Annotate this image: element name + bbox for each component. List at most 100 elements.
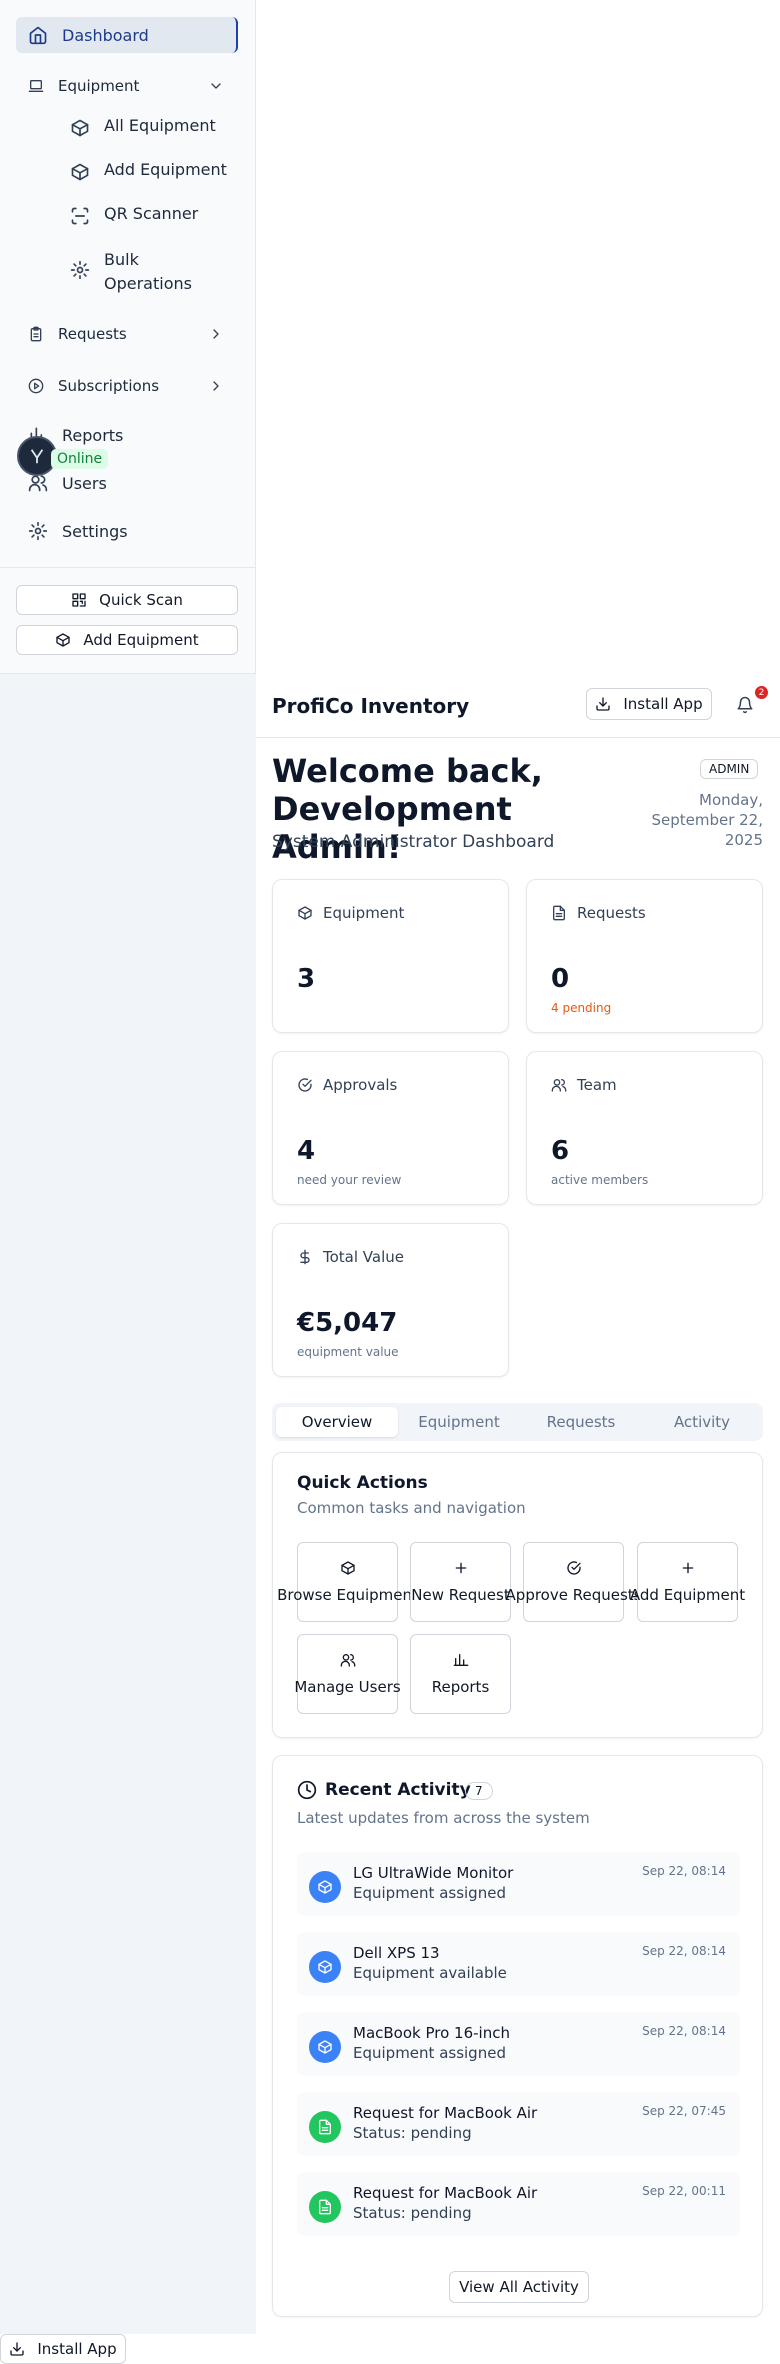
- stat-card-approvals[interactable]: Approvals 4 need your review: [272, 1051, 509, 1205]
- install-app-button[interactable]: Install App: [586, 688, 712, 720]
- recent-activity-title: Recent Activity: [325, 1780, 471, 1800]
- add-equipment-button[interactable]: Add Equipment: [630, 1542, 745, 1622]
- package-icon: [318, 2040, 332, 2054]
- sidebar-item-label-line1: Bulk: [104, 250, 139, 269]
- approve-requests-button[interactable]: Approve Requests: [506, 1542, 641, 1622]
- date-line-1: Monday,: [699, 791, 763, 809]
- activity-timestamp: Sep 22, 07:45: [642, 2104, 726, 2118]
- stat-card-label: Team: [551, 1076, 617, 1094]
- stat-card-label: Requests: [551, 904, 646, 922]
- sidebar-item-label: QR Scanner: [104, 204, 199, 223]
- home-icon: [29, 26, 47, 45]
- tab-equipment[interactable]: Equipment: [398, 1407, 520, 1437]
- activity-item[interactable]: Dell XPS 13 Equipment available Sep 22, …: [297, 1932, 740, 1996]
- tab-overview[interactable]: Overview: [276, 1407, 398, 1437]
- reports-button[interactable]: Reports: [410, 1634, 511, 1714]
- file-text-icon: [553, 905, 565, 921]
- activity-icon: [309, 2111, 341, 2143]
- sidebar-item-bulk-operations[interactable]: Bulk Operations: [70, 248, 192, 296]
- activity-title: Request for MacBook Air: [353, 2104, 538, 2122]
- bar-chart-icon: [453, 1654, 468, 1666]
- view-all-activity-button[interactable]: View All Activity: [449, 2271, 589, 2303]
- new-request-button[interactable]: New Request: [410, 1542, 511, 1622]
- activity-timestamp: Sep 22, 00:11: [642, 2184, 726, 2198]
- activity-status: Status: pending: [353, 2124, 472, 2142]
- clock-icon: [297, 1780, 317, 1800]
- stat-card-value: 4: [297, 1136, 316, 1166]
- sidebar-item-all-equipment[interactable]: All Equipment: [70, 116, 216, 138]
- quick-scan-button[interactable]: Quick Scan: [16, 585, 238, 615]
- activity-icon: [309, 2191, 341, 2223]
- quick-actions-description: Common tasks and navigation: [297, 1499, 526, 1517]
- stat-card-requests[interactable]: Requests 0 4 pending: [526, 879, 763, 1033]
- sidebar-item-label: All Equipment: [104, 116, 216, 135]
- activity-item[interactable]: Request for MacBook Air Status: pending …: [297, 2092, 740, 2156]
- bell-icon[interactable]: [736, 696, 754, 714]
- plus-icon: [682, 1562, 693, 1574]
- manage-users-button[interactable]: Manage Users: [294, 1634, 401, 1714]
- gear-icon: [70, 260, 90, 280]
- activity-title: LG UltraWide Monitor: [353, 1864, 514, 1882]
- sidebar-item-dashboard[interactable]: Dashboard: [16, 17, 238, 53]
- stat-card-value: 3: [297, 964, 316, 994]
- package-icon: [318, 1880, 332, 1894]
- quick-actions-panel: Quick Actions Common tasks and navigatio…: [272, 1452, 763, 1738]
- sidebar-item-label: Users: [62, 473, 107, 493]
- role-badge: ADMIN: [700, 759, 759, 779]
- quick-scan-label: Quick Scan: [99, 591, 183, 609]
- tab-requests[interactable]: Requests: [520, 1407, 642, 1437]
- stat-card-subtext: need your review: [297, 1173, 402, 1187]
- quick-action-label: Add Equipment: [629, 1586, 746, 1604]
- activity-item[interactable]: LG UltraWide Monitor Equipment assigned …: [297, 1852, 740, 1916]
- play-circle-icon: [28, 378, 44, 394]
- package-icon: [71, 119, 89, 137]
- footer-install-app-button[interactable]: Install App: [0, 2334, 126, 2364]
- app-title: ProfiCo Inventory: [272, 694, 470, 718]
- dashboard-tabs: Overview Equipment Requests Activity: [272, 1403, 763, 1441]
- backdrop: [0, 674, 256, 2334]
- clipboard-icon: [30, 326, 42, 342]
- sidebar-group-equipment[interactable]: Equipment: [16, 74, 238, 98]
- welcome-line-1: Welcome back,: [272, 752, 543, 790]
- welcome-line-2: Development Admin!: [272, 790, 512, 866]
- scan-icon: [71, 207, 89, 225]
- sidebar-item-label: Settings: [62, 521, 128, 541]
- stat-card-equipment[interactable]: Equipment 3: [272, 879, 509, 1033]
- browse-equipment-button[interactable]: Browse Equipment: [277, 1542, 418, 1622]
- sidebar-add-equipment-button[interactable]: Add Equipment: [16, 625, 238, 655]
- package-icon: [71, 163, 89, 181]
- package-icon: [298, 906, 312, 920]
- activity-timestamp: Sep 22, 08:14: [642, 1944, 726, 1958]
- sidebar-group-subscriptions[interactable]: Subscriptions: [16, 374, 238, 398]
- notification-count-badge: 2: [755, 686, 768, 699]
- stat-card-value: 6: [551, 1136, 570, 1166]
- current-date: Monday, September 22, 2025: [640, 790, 763, 850]
- stat-card-value: 0: [551, 964, 570, 994]
- recent-activity-panel: Recent Activity 7 Latest updates from ac…: [272, 1755, 763, 2317]
- sidebar-item-settings[interactable]: Settings: [16, 519, 238, 543]
- users-icon: [551, 1079, 567, 1092]
- activity-status: Equipment assigned: [353, 1884, 506, 1902]
- sidebar-item-users[interactable]: Users: [16, 471, 238, 495]
- tab-activity[interactable]: Activity: [641, 1407, 763, 1437]
- sidebar-item-qr-scanner[interactable]: QR Scanner: [70, 204, 198, 226]
- install-app-label: Install App: [623, 695, 703, 713]
- quick-action-label: Manage Users: [294, 1678, 401, 1696]
- sidebar-group-requests[interactable]: Requests: [16, 322, 238, 346]
- sidebar-item-label: Add Equipment: [104, 160, 227, 179]
- online-status-badge: Online: [51, 449, 109, 469]
- app-header: ProfiCo Inventory Install App 2: [256, 674, 780, 738]
- stat-card-team[interactable]: Team 6 active members: [526, 1051, 763, 1205]
- download-icon: [10, 2342, 25, 2356]
- stat-card-subtext: active members: [551, 1173, 649, 1187]
- sidebar-item-label: Reports: [62, 425, 124, 445]
- activity-item[interactable]: Request for MacBook Air Status: pending …: [297, 2172, 740, 2236]
- stat-card-label-text: Approvals: [323, 1076, 398, 1094]
- activity-item[interactable]: MacBook Pro 16-inch Equipment assigned S…: [297, 2012, 740, 2076]
- stat-card-total-value[interactable]: Total Value €5,047 equipment value: [272, 1223, 509, 1377]
- chevron-right-icon: [213, 329, 219, 339]
- stat-card-label: Equipment: [297, 904, 404, 922]
- sidebar-group-label: Equipment: [58, 77, 140, 95]
- dashboard-subtitle: System Administrator Dashboard: [272, 832, 555, 852]
- sidebar-item-add-equipment[interactable]: Add Equipment: [70, 160, 227, 182]
